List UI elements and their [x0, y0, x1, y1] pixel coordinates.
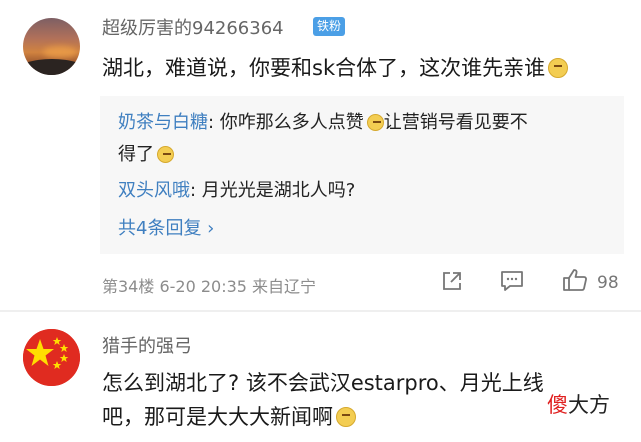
reply-text: 月光光是湖北人吗?: [201, 180, 356, 201]
reply-text: 你咋那么多人点赞: [219, 112, 364, 133]
reply-text-continued: 让营销号看见要不: [383, 112, 528, 133]
comment-text-content: 湖北，难道说，你要和sk合体了，这次谁先亲谁: [102, 56, 546, 80]
comment-meta: 第34楼 6-20 20:35 来自辽宁: [102, 277, 317, 296]
divider: [0, 310, 641, 312]
reply-username[interactable]: 双头风哦: [118, 180, 190, 201]
watermark: 傻大方: [547, 389, 610, 419]
username[interactable]: 超级厉害的94266364: [102, 14, 284, 40]
username[interactable]: 猎手的强弓: [102, 332, 192, 358]
avatar-hill: [23, 59, 80, 75]
fan-badge: 铁粉: [313, 17, 345, 36]
more-replies-link[interactable]: 共4条回复 ›: [118, 214, 214, 240]
comment-text-line2: 吧，那可是大大大新闻啊: [102, 401, 356, 431]
reply-item-continued: 得了: [118, 140, 174, 166]
reply-separator: :: [190, 180, 202, 201]
avatar-sunset-glow: [43, 46, 77, 58]
watermark-part1: 傻: [547, 393, 568, 417]
emoji-smirk-icon: [336, 407, 356, 427]
comment-text: 湖北，难道说，你要和sk合体了，这次谁先亲谁: [102, 52, 569, 82]
like-count: 98: [597, 273, 619, 293]
like-icon[interactable]: [562, 268, 588, 296]
china-flag-icon: [23, 329, 80, 386]
emoji-doge-icon: [548, 58, 569, 78]
reply-separator: :: [208, 112, 220, 133]
comment-icon[interactable]: [500, 270, 524, 296]
reply-item[interactable]: 奶茶与白糖: 你咋那么多人点赞 让营销号看见要不: [118, 108, 528, 134]
comment-text: 怎么到湖北了? 该不会武汉estarpro、月光上线: [102, 371, 544, 395]
emoji-laugh-icon: [366, 114, 384, 131]
comment-text-content: 吧，那可是大大大新闻啊: [102, 405, 333, 429]
reply-username[interactable]: 奶茶与白糖: [118, 112, 208, 133]
emoji-doge-icon: [157, 146, 174, 163]
watermark-part2: 大方: [568, 393, 610, 417]
avatar[interactable]: [23, 18, 80, 75]
avatar[interactable]: [23, 329, 80, 386]
share-icon[interactable]: [441, 270, 463, 296]
reply-box[interactable]: 奶茶与白糖: 你咋那么多人点赞 让营销号看见要不 得了 双头风哦: 月光光是湖北人…: [100, 96, 624, 254]
reply-text-line2: 得了: [118, 144, 154, 165]
reply-item[interactable]: 双头风哦: 月光光是湖北人吗?: [118, 176, 355, 202]
